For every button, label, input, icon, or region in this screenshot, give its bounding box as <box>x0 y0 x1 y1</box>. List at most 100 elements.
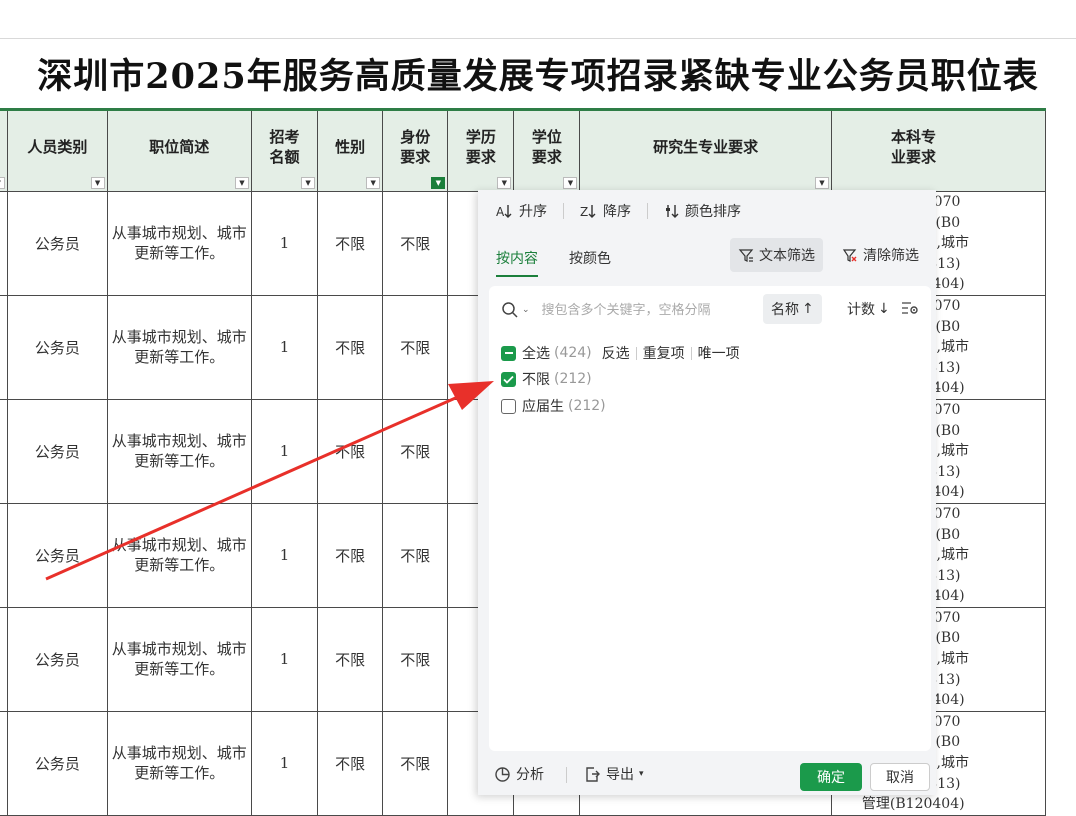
checkbox-empty-icon[interactable] <box>501 398 516 414</box>
toolbar-area <box>0 0 1076 39</box>
checkbox-checked-icon[interactable] <box>501 371 516 387</box>
search-input[interactable] <box>539 301 744 319</box>
confirm-button[interactable]: 确定 <box>800 763 862 791</box>
cell-prev[interactable] <box>0 191 9 296</box>
cell-identity[interactable]: 不限 <box>382 294 449 400</box>
cell-quota[interactable]: 1 <box>250 710 319 816</box>
cell-prev[interactable] <box>0 502 9 608</box>
list-item[interactable]: 不限 (212) <box>501 369 592 389</box>
cell-identity[interactable]: 不限 <box>382 398 449 504</box>
cell-category[interactable]: 公务员 <box>7 398 108 504</box>
tab-by-color[interactable]: 按颜色 <box>569 248 611 268</box>
cell-quota[interactable]: 1 <box>250 502 319 608</box>
select-all-row: 全选 (424) 反选 重复项 唯一项 <box>501 343 740 363</box>
sort-by-color-button[interactable]: 颜色排序 <box>664 201 741 221</box>
cell-category[interactable]: 公务员 <box>7 191 108 296</box>
filter-dropdown-icon[interactable]: ▼ <box>301 177 316 189</box>
sort-toolbar: A 升序 Z 降序 颜色排序 <box>478 190 936 232</box>
cell-gender[interactable]: 不限 <box>317 502 384 608</box>
filter-dropdown-icon[interactable]: ▼ <box>90 177 105 189</box>
cell-desc[interactable]: 从事城市规划、城市 更新等工作。 <box>106 294 252 400</box>
duplicates-link[interactable]: 重复项 <box>643 343 685 363</box>
header-cell-desc: 职位简述 ▼ <box>106 109 252 192</box>
cell-category[interactable]: 公务员 <box>7 710 108 816</box>
cell-desc[interactable]: 从事城市规划、城市 更新等工作。 <box>106 502 252 608</box>
cancel-button[interactable]: 取消 <box>870 763 930 791</box>
filter-list-card: ⌄ 名称↑ 计数↓ 全选 (424) 反选 重复项 唯一项 不限 (212) 应… <box>489 286 931 751</box>
cell-quota[interactable]: 1 <box>250 606 319 712</box>
search-bar: ⌄ 名称↑ 计数↓ <box>501 294 921 326</box>
export-icon <box>586 766 600 782</box>
list-settings-icon[interactable] <box>901 300 919 316</box>
sort-descending-button[interactable]: Z 降序 <box>580 201 631 221</box>
sort-ascending-button[interactable]: A 升序 <box>496 201 547 221</box>
cell-quota[interactable]: 1 <box>250 398 319 504</box>
filter-active-icon[interactable]: ▼ <box>431 177 446 189</box>
cell-prev[interactable] <box>0 606 9 712</box>
cell-category[interactable]: 公务员 <box>7 294 108 400</box>
header-cell-prev: ▼ <box>0 109 9 192</box>
cell-prev[interactable] <box>0 710 9 816</box>
cell-prev[interactable] <box>0 294 9 400</box>
cell-gender[interactable]: 不限 <box>317 294 384 400</box>
filter-dropdown-icon[interactable]: ▼ <box>814 177 829 189</box>
header-cell-identity: 身份 要求 ▼ <box>382 109 449 192</box>
unique-link[interactable]: 唯一项 <box>698 343 740 363</box>
sheet-title: 深圳市2025年服务高质量发展专项招录紧缺专业公务员职位表 <box>37 55 1039 97</box>
cell-desc[interactable]: 从事城市规划、城市 更新等工作。 <box>106 606 252 712</box>
select-all-checkbox[interactable] <box>501 345 516 361</box>
filter-dropdown-icon[interactable]: ▼ <box>563 177 578 189</box>
filter-tabs: 按内容 按颜色 文本筛选 清除筛选 <box>478 232 936 280</box>
invert-selection-link[interactable]: 反选 <box>602 343 630 363</box>
clear-filter-button[interactable]: 清除筛选 <box>834 238 927 272</box>
cell-identity[interactable]: 不限 <box>382 502 449 608</box>
filter-dropdown-icon[interactable]: ▼ <box>0 177 6 189</box>
filter-dropdown-icon[interactable]: ▼ <box>497 177 512 189</box>
cell-category[interactable]: 公务员 <box>7 502 108 608</box>
cell-gender[interactable]: 不限 <box>317 710 384 816</box>
tab-by-content[interactable]: 按内容 <box>496 248 538 277</box>
sort-by-count-button[interactable]: 计数 ↓ <box>847 294 890 324</box>
cell-quota[interactable]: 1 <box>250 294 319 400</box>
cell-category[interactable]: 公务员 <box>7 606 108 712</box>
cell-desc[interactable]: 从事城市规划、城市 更新等工作。 <box>106 710 252 816</box>
header-cell-gender: 性别 ▼ <box>317 109 384 192</box>
cell-identity[interactable]: 不限 <box>382 191 449 296</box>
cell-identity[interactable]: 不限 <box>382 606 449 712</box>
chevron-down-icon: ▾ <box>639 769 644 779</box>
filter-dropdown-icon[interactable]: ▼ <box>366 177 381 189</box>
export-button[interactable]: 导出 ▾ <box>584 764 644 784</box>
cell-quota[interactable]: 1 <box>250 191 319 296</box>
cell-gender[interactable]: 不限 <box>317 606 384 712</box>
filter-footer: 分析 导出 ▾ 确定 取消 <box>478 755 936 795</box>
cell-gender[interactable]: 不限 <box>317 191 384 296</box>
header-cell-category: 人员类别 ▼ <box>7 109 108 192</box>
cell-prev[interactable] <box>0 398 9 504</box>
cell-desc[interactable]: 从事城市规划、城市 更新等工作。 <box>106 191 252 296</box>
arrow-down-icon: ↓ <box>878 301 890 317</box>
header-cell-quota: 招考 名额 ▼ <box>250 109 319 192</box>
sort-desc-icon: Z <box>580 205 596 219</box>
search-icon[interactable] <box>501 301 519 319</box>
cell-gender[interactable]: 不限 <box>317 398 384 504</box>
sort-by-name-button[interactable]: 名称 ↑ <box>763 294 822 324</box>
header-cell-grad-major: 研究生专业要求 ▼ <box>579 109 832 192</box>
filter-panel: A 升序 Z 降序 颜色排序 按内容 按颜色 文本筛选 清除筛选 ⌄ 搜包含多个… <box>478 190 936 795</box>
chevron-down-icon[interactable]: ⌄ <box>522 305 530 315</box>
color-sort-icon <box>666 205 679 218</box>
header-cell-undergrad-major: 本科专 业要求 <box>830 109 1047 192</box>
svg-text:A: A <box>496 205 505 219</box>
analyze-button[interactable]: 分析 <box>494 764 544 784</box>
svg-text:Z: Z <box>580 205 588 219</box>
clear-filter-icon <box>842 249 857 262</box>
header-cell-degree: 学位 要求 ▼ <box>513 109 581 192</box>
funnel-icon <box>738 249 754 262</box>
arrow-up-icon: ↑ <box>802 301 814 317</box>
cell-identity[interactable]: 不限 <box>382 710 449 816</box>
filter-dropdown-icon[interactable]: ▼ <box>234 177 249 189</box>
list-item[interactable]: 应届生 (212) <box>501 396 606 416</box>
text-filter-button[interactable]: 文本筛选 <box>730 238 823 272</box>
cell-desc[interactable]: 从事城市规划、城市 更新等工作。 <box>106 398 252 504</box>
header-row: ▼ 人员类别▼ 职位简述▼ 招考名额▼ 性别▼ 身份要求▼ 学历要求▼ 学位要求… <box>0 109 1047 192</box>
header-cell-education: 学历 要求 ▼ <box>447 109 515 192</box>
